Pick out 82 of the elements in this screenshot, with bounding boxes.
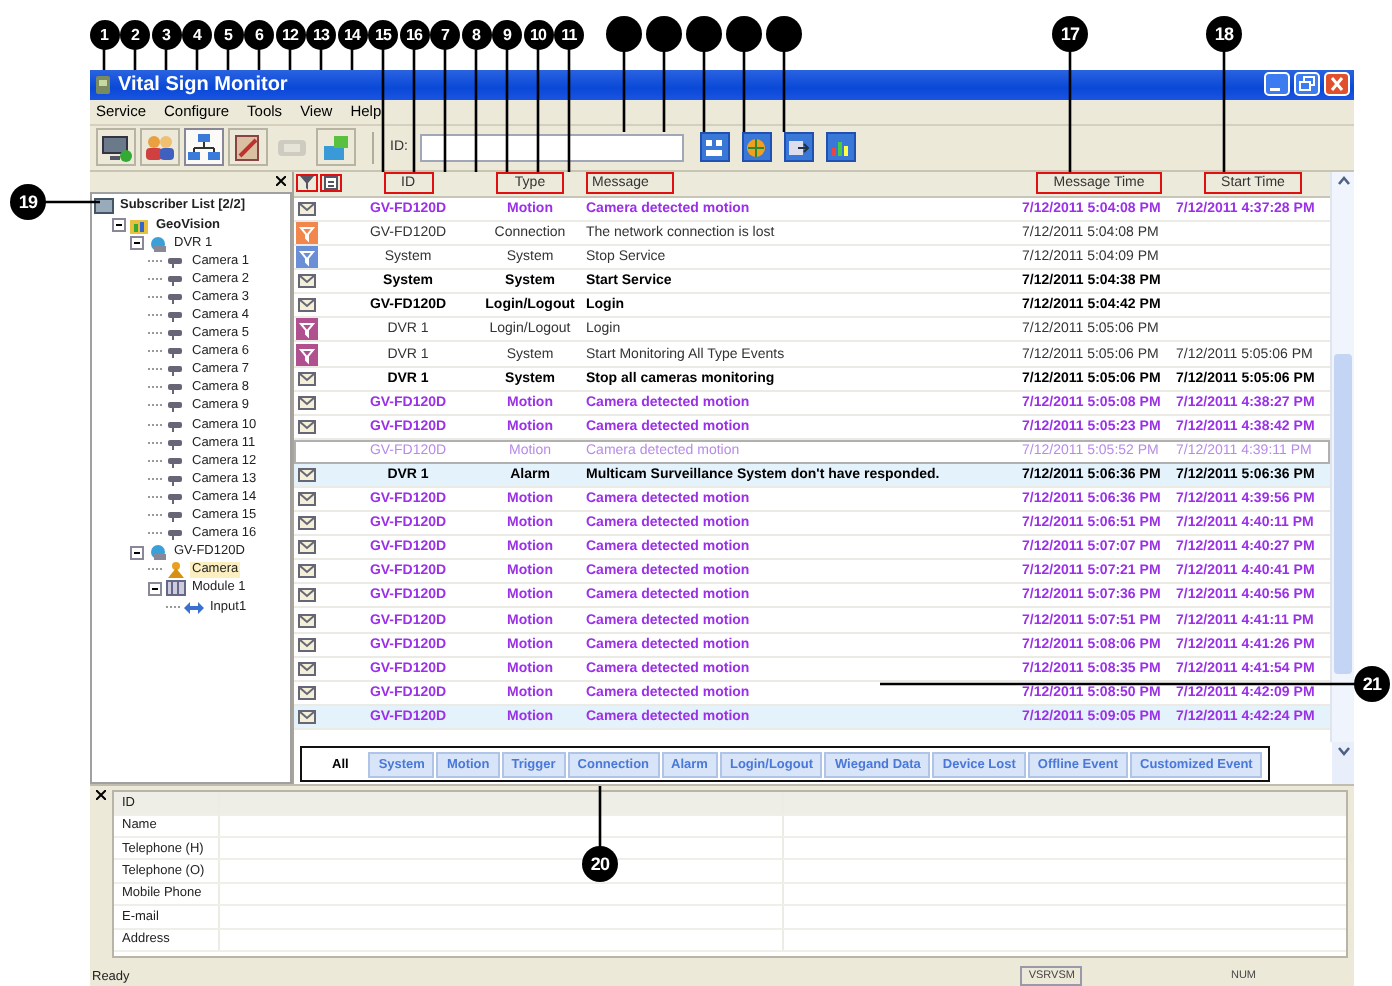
folder-icon [130,217,150,234]
callout-number: 10 [523,19,553,49]
book-icon [232,133,264,162]
note-icon [323,176,337,191]
callout-number: 16 [399,19,429,49]
callout-number: 12 [275,19,305,49]
callout-marker [686,16,722,52]
scrollbar[interactable] [1332,742,1354,785]
tool-button[interactable] [228,128,268,167]
camera-icon [166,453,186,470]
collapse-icon[interactable] [148,581,162,596]
camera-icon [166,508,186,525]
globe-icon [148,544,168,561]
tool-button[interactable] [184,128,224,167]
callout-number: 17 [1052,16,1088,52]
monitor-icon [94,198,114,215]
callout-number: 2 [120,19,150,49]
close-icon[interactable] [96,790,106,801]
camera-icon [166,326,186,343]
minimize-icon[interactable] [1264,72,1290,97]
collapse-icon[interactable] [130,236,144,251]
globe-icon [148,235,168,252]
list-icon [702,135,727,160]
callout-number: 14 [337,19,367,49]
camera-icon [166,489,186,506]
callout-number: 13 [306,19,336,49]
camera-icon [166,417,186,434]
callout-number: 9 [492,19,522,49]
camera-icon [166,362,186,379]
callout-number: 4 [182,19,212,49]
scroll-down-icon[interactable] [1333,742,1353,761]
column-header[interactable] [295,174,317,193]
restore-icon[interactable] [1294,72,1320,97]
monitor-icon [100,133,132,162]
filter-icon [299,176,313,191]
export-icon [786,135,811,160]
collapse-icon[interactable] [130,545,144,560]
tool-button[interactable] [825,132,856,163]
callout-number: 1 [89,19,119,49]
globe-icon [744,135,769,160]
camera-icon [166,398,186,415]
column-header[interactable] [319,174,341,193]
callout-number: 6 [244,19,274,49]
scroll-thumb[interactable] [1334,353,1352,674]
callout-number: 8 [461,19,491,49]
network-icon [188,133,220,162]
camera-icon [166,271,186,288]
scrollbar[interactable] [1330,171,1354,743]
callout-number: 19 [10,184,46,220]
callout-number: 3 [151,19,181,49]
puzzle-icon [320,133,352,162]
app-icon [94,73,112,96]
scroll-up-icon[interactable] [1333,171,1353,190]
camera-icon [166,380,186,397]
camera-icon [166,435,186,452]
callout-marker [726,16,762,52]
tool-button[interactable] [741,132,772,163]
tool-button[interactable] [96,128,136,167]
callout-marker [606,16,642,52]
module-icon [166,580,186,597]
tool-button[interactable] [699,132,730,163]
close-icon[interactable] [276,176,286,187]
tool-button[interactable] [783,132,814,163]
camera-icon [166,253,186,270]
callout-marker [646,16,682,52]
camera-icon [166,471,186,488]
callout-number: 5 [213,19,243,49]
callout-marker [766,16,802,52]
arrows-icon [184,599,204,615]
people-icon [144,133,176,162]
callout-number: 18 [1206,16,1242,52]
callout-number: 11 [554,19,584,49]
id-field[interactable] [419,133,684,162]
callout-number: 21 [1354,666,1390,702]
camera-icon [166,289,186,306]
callout-number: 7 [430,19,460,49]
collapse-icon[interactable] [112,218,126,233]
window-title: Vital Sign Monitor [118,73,288,96]
person-icon [166,562,186,579]
camera-icon [166,344,186,361]
callout-number: 15 [368,19,398,49]
camera-icon [166,526,186,543]
